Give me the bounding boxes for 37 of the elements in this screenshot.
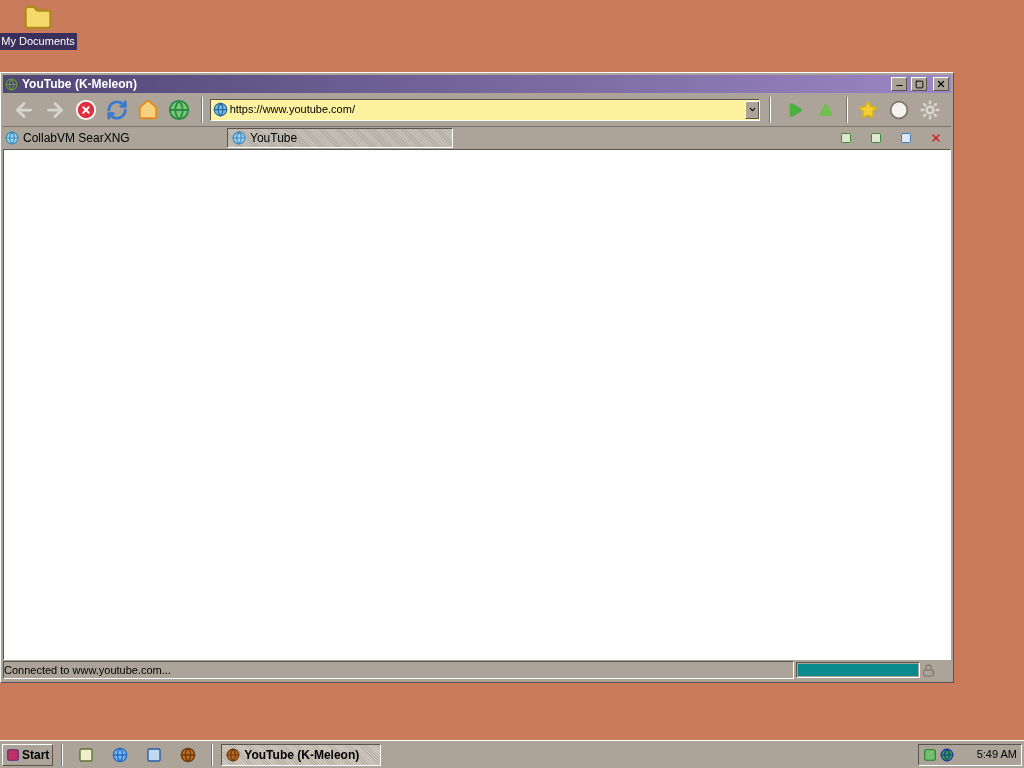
start-button[interactable]: Start bbox=[2, 743, 54, 766]
close-icon bbox=[936, 79, 946, 89]
globe-icon bbox=[232, 131, 246, 145]
stop-icon bbox=[74, 98, 97, 121]
caret-icon bbox=[747, 105, 757, 114]
ball-icon bbox=[180, 746, 197, 763]
clock: 5:49 AM bbox=[976, 747, 1017, 763]
maximize-button[interactable] bbox=[911, 77, 927, 91]
maximize-icon bbox=[914, 79, 924, 89]
house-icon bbox=[136, 98, 159, 121]
globe-icon bbox=[5, 131, 19, 145]
minimize-button[interactable] bbox=[891, 77, 907, 91]
app-icon bbox=[5, 77, 18, 91]
triangle-icon bbox=[819, 102, 834, 117]
globe-icon bbox=[112, 746, 129, 763]
globe-icon bbox=[212, 102, 228, 117]
reload-icon bbox=[105, 98, 128, 121]
ball-icon bbox=[226, 747, 241, 762]
status-text: Connected to www.youtube.com... bbox=[3, 661, 794, 679]
play-icon bbox=[787, 101, 804, 118]
lock-icon bbox=[922, 663, 935, 677]
globe-icon bbox=[167, 98, 190, 121]
globe-icon bbox=[940, 747, 954, 762]
address-text: https://www.youtube.com/ bbox=[229, 102, 356, 118]
close-icon bbox=[930, 132, 942, 144]
dropdown-button[interactable] bbox=[745, 100, 760, 119]
tab[interactable]: YouTube bbox=[227, 128, 453, 148]
taskbar-task[interactable]: YouTube (K-Meleon) bbox=[221, 743, 382, 766]
clock-icon bbox=[889, 99, 910, 120]
window-title: YouTube (K-Meleon) bbox=[22, 76, 137, 93]
tab[interactable]: CollabVM SearXNG bbox=[3, 128, 227, 148]
star-icon bbox=[858, 99, 879, 120]
network-icon bbox=[923, 747, 937, 762]
close-button[interactable] bbox=[933, 77, 949, 91]
settings-icon bbox=[920, 99, 941, 120]
address-field[interactable]: https://www.youtube.com/ bbox=[209, 98, 761, 121]
desktop-icon-label[interactable]: My Documents bbox=[0, 33, 77, 50]
